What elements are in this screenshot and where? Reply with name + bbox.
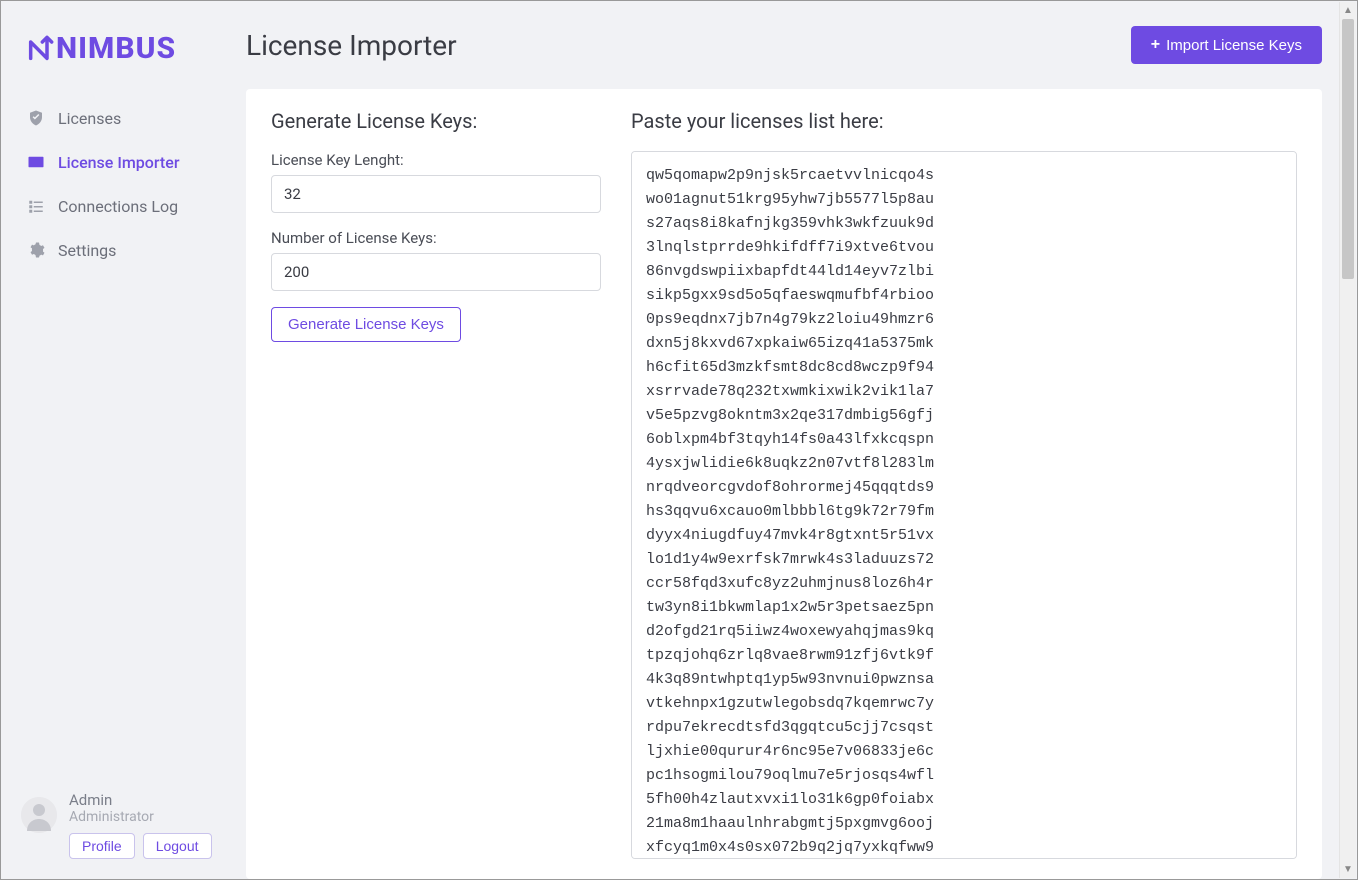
- card-icon: [26, 152, 46, 172]
- sidebar: NIMBUS Licenses License Importer Connect…: [1, 1, 241, 879]
- scroll-down-arrow[interactable]: ▼: [1340, 861, 1356, 878]
- sidebar-item-licenses[interactable]: Licenses: [11, 96, 231, 140]
- sidebar-item-label: Connections Log: [58, 197, 178, 216]
- gear-icon: [26, 240, 46, 260]
- user-role: Administrator: [69, 809, 212, 825]
- main-content: License Importer + Import License Keys G…: [241, 1, 1357, 879]
- logout-button[interactable]: Logout: [143, 833, 212, 859]
- window-scrollbar[interactable]: ▲ ▼: [1339, 2, 1356, 878]
- import-license-keys-button[interactable]: + Import License Keys: [1131, 26, 1322, 64]
- sidebar-item-label: Settings: [58, 241, 116, 260]
- sidebar-item-label: Licenses: [58, 109, 121, 128]
- sidebar-item-label: License Importer: [58, 153, 179, 172]
- scroll-up-arrow[interactable]: ▲: [1340, 2, 1356, 19]
- license-key-count-input[interactable]: [271, 253, 601, 291]
- license-key-length-input[interactable]: [271, 175, 601, 213]
- generate-column: Generate License Keys: License Key Lengh…: [271, 109, 601, 859]
- shield-check-icon: [26, 108, 46, 128]
- avatar: [21, 797, 57, 833]
- sidebar-item-connections-log[interactable]: Connections Log: [11, 184, 231, 228]
- length-label: License Key Lenght:: [271, 151, 601, 169]
- user-name: Admin: [69, 791, 212, 809]
- brand-logo: NIMBUS: [1, 21, 241, 96]
- main-header: License Importer + Import License Keys: [246, 26, 1322, 64]
- paste-title: Paste your licenses list here:: [631, 109, 1297, 133]
- import-button-label: Import License Keys: [1166, 37, 1302, 54]
- logo-text: NIMBUS: [56, 31, 176, 66]
- sidebar-footer: Admin Administrator Profile Logout: [1, 776, 241, 879]
- profile-button[interactable]: Profile: [69, 833, 135, 859]
- list-icon: [26, 196, 46, 216]
- card: Generate License Keys: License Key Lengh…: [246, 89, 1322, 879]
- plus-icon: +: [1151, 36, 1160, 54]
- sidebar-item-settings[interactable]: Settings: [11, 228, 231, 272]
- generate-title: Generate License Keys:: [271, 109, 601, 133]
- count-label: Number of License Keys:: [271, 229, 601, 247]
- logo-icon: [26, 35, 54, 63]
- page-title: License Importer: [246, 29, 457, 62]
- nav-list: Licenses License Importer Connections Lo…: [1, 96, 241, 776]
- paste-column: Paste your licenses list here:: [631, 109, 1297, 859]
- generate-license-keys-button[interactable]: Generate License Keys: [271, 307, 461, 342]
- licenses-textarea[interactable]: [631, 151, 1297, 859]
- scroll-thumb[interactable]: [1342, 19, 1354, 279]
- sidebar-item-license-importer[interactable]: License Importer: [11, 140, 231, 184]
